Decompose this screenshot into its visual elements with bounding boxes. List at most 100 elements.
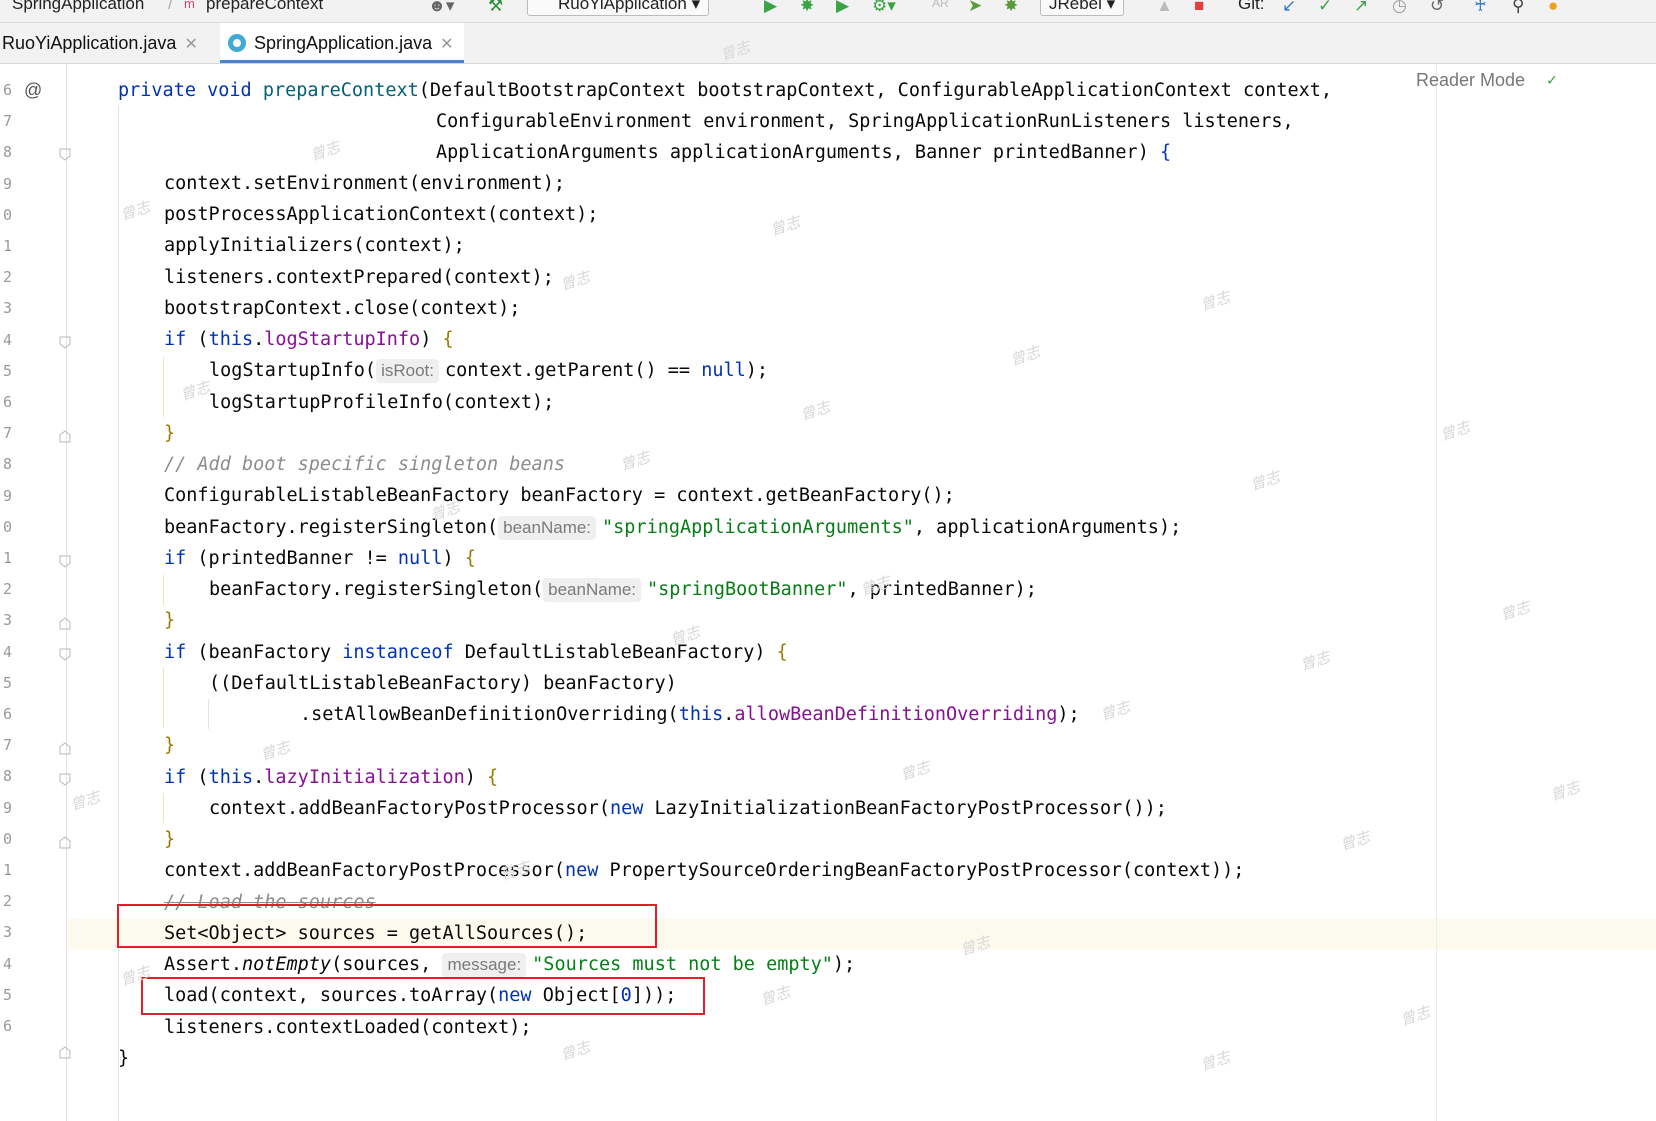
line-number: 0 <box>2 829 12 848</box>
line-number: 1 <box>2 237 12 255</box>
code-line: context.addBeanFactoryPostProcessor(new … <box>164 860 1245 881</box>
line-number: 1 <box>2 549 12 567</box>
line-number: 9 <box>2 174 12 193</box>
code-line: } <box>118 1048 130 1069</box>
code-line: listeners.contextPrepared(context); <box>164 267 554 288</box>
line-number: 6 <box>2 393 12 411</box>
breadcrumb-separator: / <box>168 0 173 13</box>
code-line: ConfigurableEnvironment environment, Spr… <box>436 111 1294 132</box>
line-number: 8 <box>2 767 12 786</box>
param-hint: beanName: <box>543 578 642 602</box>
debug-icon[interactable]: ✸ <box>800 0 814 16</box>
close-icon[interactable]: ✕ <box>184 36 197 53</box>
code-line: ApplicationArguments applicationArgument… <box>436 142 1172 163</box>
code-line: beanFactory.registerSingleton(beanName: "… <box>209 578 1037 602</box>
line-number: 2 <box>2 892 12 911</box>
run-config-select[interactable]: RuoYiApplication ▾ <box>527 0 710 16</box>
param-hint: beanName: <box>498 516 597 540</box>
search-icon[interactable]: ⚲ <box>1512 0 1524 16</box>
highlight-box-get-all-sources <box>117 904 657 948</box>
fold-close-icon[interactable] <box>59 430 71 443</box>
indent-guide <box>163 793 164 823</box>
code-line: postProcessApplicationContext(context); <box>164 204 599 225</box>
param-hint: isRoot: <box>376 359 439 383</box>
code-line: if (this.lazyInitialization) { <box>164 767 499 788</box>
inspection-ok-icon[interactable]: ✓ <box>1547 70 1557 89</box>
jrebel-run-icon[interactable]: ➤ <box>968 0 982 16</box>
code-line: logStartupProfileInfo(context); <box>209 392 555 413</box>
param-hint: message: <box>442 953 527 977</box>
code-line: } <box>164 829 176 850</box>
line-number: 0 <box>2 205 12 224</box>
override-icon[interactable]: @ <box>24 80 42 101</box>
coverage-icon[interactable]: ▶ <box>836 0 849 16</box>
main-toolbar: SpringApplication / m prepareContext ☻▾ … <box>0 0 1656 23</box>
notification-icon[interactable]: ● <box>1548 0 1558 16</box>
line-number: 4 <box>2 954 12 973</box>
method-icon: m <box>184 0 195 11</box>
code-line: .setAllowBeanDefinitionOverriding(this.a… <box>300 704 1080 725</box>
user-icon[interactable]: ☻▾ <box>428 0 454 16</box>
highlight-box-load-call <box>141 977 705 1015</box>
tab-spring-application[interactable]: SpringApplication.java ✕ <box>220 23 464 63</box>
build-hammer-icon[interactable]: ⚒ <box>488 0 503 16</box>
line-number: 2 <box>2 580 12 599</box>
line-number: 0 <box>2 517 12 536</box>
fold-close-icon[interactable] <box>59 836 71 849</box>
jrebel-select[interactable]: JRebel ▾ <box>1040 0 1125 16</box>
line-number: 6 <box>2 1017 12 1035</box>
close-icon[interactable]: ✕ <box>440 36 453 53</box>
fold-open-icon[interactable] <box>59 148 71 161</box>
java-class-icon <box>228 34 246 52</box>
run-icon[interactable]: ▶ <box>764 0 777 16</box>
tab-label: RuoYiApplication.java <box>2 33 177 53</box>
attach-icon[interactable]: AR <box>932 0 949 10</box>
code-line: private void prepareContext(DefaultBoots… <box>118 80 1333 101</box>
line-number: 5 <box>2 985 12 1004</box>
code-line: listeners.contextLoaded(context); <box>164 1017 532 1038</box>
history-icon[interactable]: ◷ <box>1392 0 1407 16</box>
line-number: 6 <box>2 81 12 99</box>
fold-open-icon[interactable] <box>59 336 71 349</box>
indent-guide <box>163 668 164 728</box>
code-line: context.addBeanFactoryPostProcessor(new … <box>209 798 1167 819</box>
fold-open-icon[interactable] <box>59 773 71 786</box>
line-number: 9 <box>2 486 12 505</box>
breadcrumb-method[interactable]: prepareContext <box>206 0 323 14</box>
translate-icon[interactable]: ♰ <box>1474 0 1487 16</box>
line-number: 3 <box>2 611 12 630</box>
code-line: } <box>164 423 176 444</box>
rollback-icon[interactable]: ↺ <box>1430 0 1444 16</box>
line-number: 8 <box>2 455 12 474</box>
build-icon[interactable]: ▲ <box>1156 0 1173 16</box>
line-number: 5 <box>2 361 12 380</box>
line-number: 2 <box>2 268 12 287</box>
code-line: Assert.notEmpty(sources, message: "Source… <box>164 953 856 977</box>
stop-icon[interactable]: ■ <box>1194 0 1204 16</box>
line-number: 7 <box>2 424 12 443</box>
tab-ruoyi-application[interactable]: RuoYiApplication.java ✕ <box>2 23 198 63</box>
indent-guide <box>208 699 209 729</box>
tab-label: SpringApplication.java <box>254 33 433 53</box>
fold-close-icon[interactable] <box>59 617 71 630</box>
line-number: 7 <box>2 112 12 131</box>
git-push-icon[interactable]: ↗ <box>1354 0 1368 16</box>
reader-mode-toggle[interactable]: Reader Mode <box>1416 70 1525 91</box>
line-number: 3 <box>2 923 12 942</box>
fold-open-icon[interactable] <box>59 555 71 568</box>
fold-open-icon[interactable] <box>59 648 71 661</box>
line-number: 3 <box>2 299 12 318</box>
fold-close-icon[interactable] <box>59 1046 71 1059</box>
fold-close-icon[interactable] <box>59 742 71 755</box>
git-commit-icon[interactable]: ✓ <box>1318 0 1332 16</box>
git-label: Git: <box>1238 0 1265 13</box>
code-line: // Add boot specific singleton beans <box>164 454 565 475</box>
code-line: if (this.logStartupInfo) { <box>164 329 454 350</box>
jrebel-debug-icon[interactable]: ✸ <box>1004 0 1018 16</box>
breadcrumb-class[interactable]: SpringApplication <box>12 0 144 14</box>
line-number: 1 <box>2 861 12 879</box>
git-update-icon[interactable]: ↙ <box>1282 0 1296 16</box>
profile-icon[interactable]: ⚙▾ <box>872 0 896 16</box>
code-line: if (printedBanner != null) { <box>164 548 476 569</box>
code-line: } <box>164 735 176 756</box>
